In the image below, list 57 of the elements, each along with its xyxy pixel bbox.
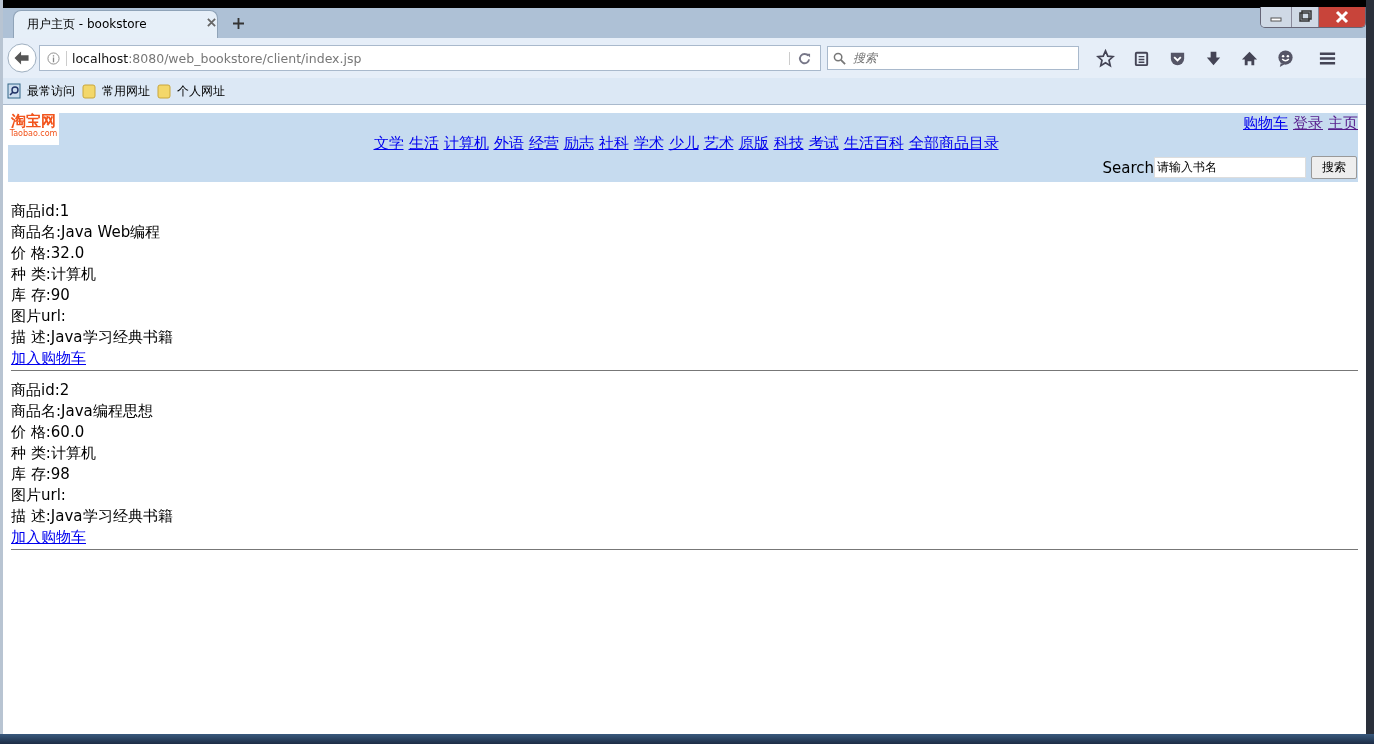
- category-link[interactable]: 少儿: [668, 134, 699, 153]
- logo[interactable]: 淘宝网 Taobao.com: [8, 113, 59, 145]
- bookmark-item[interactable]: 最常访问: [7, 82, 75, 100]
- close-icon[interactable]: [207, 18, 216, 27]
- search-button[interactable]: 搜索: [1311, 156, 1357, 179]
- category-link[interactable]: 计算机: [443, 134, 489, 153]
- new-tab-icon[interactable]: [233, 18, 244, 29]
- product-field: 库 存:98: [11, 464, 1358, 485]
- add-to-cart-link[interactable]: 加入购物车: [11, 348, 86, 369]
- product-field: 种 类:计算机: [11, 443, 1358, 464]
- smiley-icon[interactable]: [1276, 48, 1295, 68]
- book-search-field[interactable]: 请输入书名: [1154, 157, 1306, 178]
- product-field: 描 述:Java学习经典书籍: [11, 506, 1358, 527]
- category-link[interactable]: 生活百科: [843, 134, 904, 153]
- product-field: 商品名:Java Web编程: [11, 222, 1358, 243]
- url-text: localhost:8080/web_bookstore/client/index.jsp: [66, 50, 789, 66]
- category-link[interactable]: 科技: [773, 134, 804, 153]
- nav-link[interactable]: 主页: [1328, 114, 1358, 133]
- add-to-cart-link[interactable]: 加入购物车: [11, 527, 86, 548]
- category-link[interactable]: 考试: [808, 134, 839, 153]
- product-field: 图片url:: [11, 485, 1358, 506]
- search-field[interactable]: 搜索: [827, 46, 1079, 70]
- category-link[interactable]: 艺术: [703, 134, 734, 153]
- folder-icon: [82, 83, 96, 99]
- info-icon: [47, 51, 60, 65]
- category-link[interactable]: 社科: [598, 134, 629, 153]
- product-field: 商品名:Java编程思想: [11, 401, 1358, 422]
- nav-link[interactable]: 登录: [1293, 114, 1323, 133]
- search-label: Search: [1102, 158, 1154, 177]
- product-field: 图片url:: [11, 306, 1358, 327]
- product-field: 库 存:90: [11, 285, 1358, 306]
- category-link[interactable]: 经营: [528, 134, 559, 153]
- product-field: 种 类:计算机: [11, 264, 1358, 285]
- category-link[interactable]: 学术: [633, 134, 664, 153]
- product-field: 价 格:60.0: [11, 422, 1358, 443]
- category-link[interactable]: 原版: [738, 134, 769, 153]
- folder-icon: [157, 83, 171, 99]
- product-field: 商品id:1: [11, 201, 1358, 222]
- product-field: 商品id:2: [11, 380, 1358, 401]
- bookmark-item[interactable]: 常用网址: [82, 82, 150, 100]
- category-link[interactable]: 励志: [563, 134, 594, 153]
- category-link[interactable]: 全部商品目录: [908, 134, 999, 153]
- close-window-icon[interactable]: [1318, 7, 1365, 27]
- bookmark-item[interactable]: 个人网址: [157, 82, 225, 100]
- category-link[interactable]: 生活: [408, 134, 439, 153]
- back-icon[interactable]: [7, 43, 37, 73]
- restore-icon[interactable]: [1291, 7, 1318, 27]
- search-icon: [833, 52, 846, 65]
- star-icon[interactable]: [1096, 48, 1115, 68]
- product-field: 描 述:Java学习经典书籍: [11, 327, 1358, 348]
- browser-tab[interactable]: 用户主页 - bookstore: [13, 10, 218, 38]
- nav-link[interactable]: 购物车: [1243, 114, 1288, 133]
- category-link[interactable]: 外语: [493, 134, 524, 153]
- search-page-icon: [7, 83, 21, 99]
- product-field: 价 格:32.0: [11, 243, 1358, 264]
- address-bar[interactable]: localhost:8080/web_bookstore/client/index.jsp: [39, 45, 821, 71]
- category-link[interactable]: 文学: [373, 134, 404, 153]
